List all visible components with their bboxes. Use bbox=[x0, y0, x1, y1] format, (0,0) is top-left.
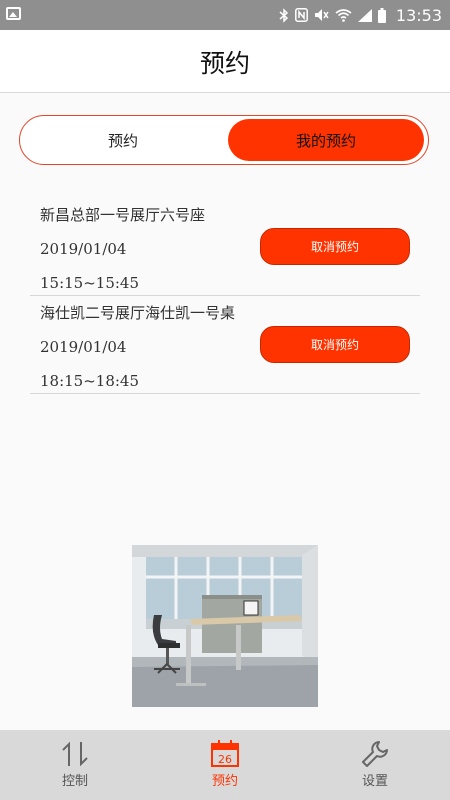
reservation-room: 新昌总部一号展厅六号座 bbox=[40, 206, 206, 224]
svg-text:26: 26 bbox=[218, 753, 232, 766]
bottom-navigation: 控制 26 预约 设置 bbox=[0, 730, 450, 800]
wrench-icon bbox=[359, 738, 391, 774]
nav-label-control: 控制 bbox=[61, 774, 88, 789]
nfc-icon bbox=[294, 8, 308, 22]
reservation-tab-switch: 预约 我的预约 bbox=[19, 115, 429, 165]
battery-icon bbox=[377, 7, 386, 23]
app-header: 预约 bbox=[0, 30, 450, 93]
signal-icon bbox=[357, 8, 372, 22]
list-item: 新昌总部一号展厅六号座 2019/01/04 15:15~15:45 取消预约 bbox=[30, 198, 420, 296]
cancel-reservation-button[interactable]: 取消预约 bbox=[260, 228, 410, 265]
reservation-date: 2019/01/04 bbox=[40, 240, 127, 258]
reservation-time: 15:15~15:45 bbox=[40, 274, 140, 292]
page-title: 预约 bbox=[199, 49, 250, 78]
nav-label-settings: 设置 bbox=[361, 774, 388, 789]
calendar-icon: 26 bbox=[210, 738, 240, 772]
tab-my-reservations[interactable]: 我的预约 bbox=[228, 119, 424, 161]
wifi-icon bbox=[335, 8, 352, 22]
cancel-reservation-button[interactable]: 取消预约 bbox=[260, 326, 410, 363]
status-bar: 13:53 bbox=[0, 0, 450, 30]
reservation-time: 18:15~18:45 bbox=[40, 372, 140, 390]
reservation-date: 2019/01/04 bbox=[40, 338, 127, 356]
reservation-list: 新昌总部一号展厅六号座 2019/01/04 15:15~15:45 取消预约 … bbox=[30, 198, 420, 394]
status-time: 13:53 bbox=[395, 5, 442, 25]
nav-control[interactable]: 控制 bbox=[0, 730, 150, 800]
nav-reserve[interactable]: 26 预约 bbox=[150, 730, 300, 800]
tab-reserve[interactable]: 预约 bbox=[25, 119, 221, 161]
bluetooth-icon bbox=[279, 7, 289, 23]
control-arrows-icon bbox=[59, 738, 91, 774]
mute-icon bbox=[314, 8, 329, 22]
nav-label-reserve: 预约 bbox=[211, 774, 238, 789]
list-item: 海仕凯二号展厅海仕凯一号桌 2019/01/04 18:15~18:45 取消预… bbox=[30, 296, 420, 394]
office-photo bbox=[132, 545, 318, 707]
nav-settings[interactable]: 设置 bbox=[300, 730, 450, 800]
gallery-notification-icon bbox=[6, 7, 21, 20]
reservation-room: 海仕凯二号展厅海仕凯一号桌 bbox=[40, 304, 236, 322]
